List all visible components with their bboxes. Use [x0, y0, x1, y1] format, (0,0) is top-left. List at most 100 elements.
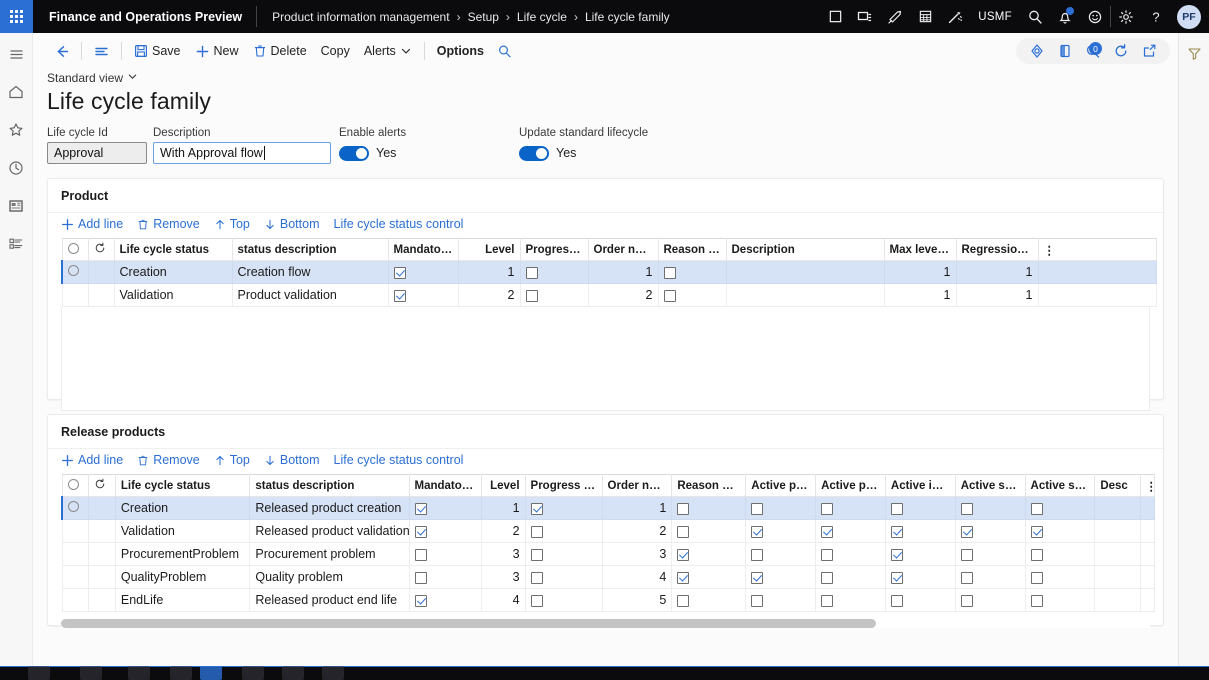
cell-desc[interactable]	[1094, 542, 1141, 566]
cell-desc[interactable]	[1094, 519, 1141, 543]
home-icon[interactable]	[5, 81, 27, 103]
cell-active-purchase-1[interactable]	[745, 496, 817, 520]
cell-regression[interactable]: 1	[955, 260, 1039, 284]
product-bottom-button[interactable]: Bottom	[264, 217, 320, 231]
alerts-menu-button[interactable]: Alerts	[357, 38, 419, 64]
cell-order-number[interactable]: 5	[601, 588, 673, 612]
select-all-header[interactable]	[61, 474, 90, 497]
cell-level[interactable]: 3	[481, 542, 526, 566]
col-header-reason[interactable]: Reason mu...	[657, 238, 727, 261]
checkbox[interactable]	[414, 571, 427, 584]
navigation-lines-icon[interactable]	[87, 38, 116, 64]
taskbar-item[interactable]	[170, 666, 192, 680]
checkbox[interactable]	[1030, 525, 1043, 538]
cell-mandatory[interactable]	[408, 542, 483, 566]
checkbox[interactable]	[663, 289, 676, 302]
col-header-order-number[interactable]: Order num...	[587, 238, 659, 261]
favorites-star-icon[interactable]	[5, 119, 27, 141]
cell-lifecycle-status[interactable]: EndLife	[114, 588, 251, 612]
checkbox[interactable]	[677, 594, 690, 607]
cell-active-purchase-1[interactable]	[745, 519, 817, 543]
checkbox[interactable]	[525, 289, 538, 302]
checkbox[interactable]	[414, 525, 427, 538]
scrollbar-thumb[interactable]	[61, 619, 876, 628]
cell-status-description[interactable]: Released product validation	[249, 519, 410, 543]
cell-lifecycle-status[interactable]: Validation	[113, 283, 233, 307]
rocket-icon[interactable]	[880, 0, 910, 33]
cell-regression[interactable]: 1	[955, 283, 1039, 307]
row-selector[interactable]	[61, 260, 89, 284]
search-icon[interactable]	[1020, 0, 1050, 33]
cell-level[interactable]: 3	[481, 565, 526, 589]
taskbar-item[interactable]	[242, 666, 264, 680]
hamburger-menu-icon[interactable]	[5, 43, 27, 65]
cell-active-purchase-2[interactable]	[815, 519, 886, 543]
grid-options-icon[interactable]: ⋮	[1139, 474, 1155, 497]
table-row[interactable]: Validation Product validation 2 2 1 1	[61, 283, 1157, 307]
checkbox[interactable]	[1030, 548, 1043, 561]
checkbox[interactable]	[821, 548, 834, 561]
checkbox[interactable]	[890, 525, 903, 538]
checkbox[interactable]	[530, 525, 543, 538]
cell-status-description[interactable]: Procurement problem	[249, 542, 410, 566]
row-selector[interactable]	[61, 283, 89, 307]
cell-description[interactable]	[725, 283, 885, 307]
checkbox[interactable]	[530, 571, 543, 584]
row-selector[interactable]	[61, 542, 90, 566]
col-header-active-purchase-2[interactable]: Active pur...	[815, 474, 886, 497]
duplicate-window-icon[interactable]	[850, 0, 880, 33]
cell-active-sale[interactable]	[954, 519, 1026, 543]
cell-max-level[interactable]: 1	[883, 260, 957, 284]
select-all-header[interactable]	[61, 238, 89, 261]
checkbox[interactable]	[677, 525, 690, 538]
company-selector[interactable]: USMF	[970, 11, 1020, 23]
table-row[interactable]: Creation Released product creation 1 1	[61, 496, 1155, 520]
toggle-switch[interactable]	[339, 145, 369, 161]
cell-mandatory[interactable]	[408, 588, 483, 612]
refresh-column-header[interactable]	[87, 238, 115, 261]
col-header-level[interactable]: Level	[457, 238, 521, 261]
lifecycle-id-input[interactable]: Approval	[47, 142, 147, 164]
breadcrumb-item-1[interactable]: Setup	[468, 10, 499, 24]
cell-active-inventory[interactable]	[884, 542, 956, 566]
refresh-icon[interactable]	[94, 242, 106, 257]
breadcrumb-item-0[interactable]: Product information management	[272, 10, 449, 24]
refresh-icon[interactable]	[94, 478, 106, 493]
checkbox[interactable]	[530, 594, 543, 607]
new-button[interactable]: New	[188, 38, 246, 64]
options-button[interactable]: Options	[430, 38, 491, 64]
row-select-circle-icon[interactable]	[68, 501, 79, 512]
col-header-active-sale[interactable]: Active sale	[954, 474, 1026, 497]
cell-reason[interactable]	[671, 519, 747, 543]
product-add-line-button[interactable]: Add line	[61, 217, 123, 231]
cell-order-number[interactable]: 2	[601, 519, 673, 543]
cell-level[interactable]: 1	[457, 260, 521, 284]
cell-reason[interactable]	[671, 496, 747, 520]
release-status-control-link[interactable]: Life cycle status control	[334, 453, 464, 467]
cell-level[interactable]: 2	[457, 283, 521, 307]
checkbox[interactable]	[393, 266, 406, 279]
cell-progress[interactable]	[524, 588, 603, 612]
row-select-circle-icon[interactable]	[67, 478, 79, 490]
grid-options-icon[interactable]: ⋮	[1037, 238, 1157, 261]
checkbox[interactable]	[960, 548, 973, 561]
cell-active-inventory[interactable]	[884, 519, 956, 543]
col-header-desc[interactable]: Desc	[1094, 474, 1141, 497]
cell-active-purchase-2[interactable]	[815, 496, 886, 520]
row-selector[interactable]	[61, 565, 90, 589]
copy-button[interactable]: Copy	[314, 38, 357, 64]
product-top-button[interactable]: Top	[214, 217, 250, 231]
row-selector[interactable]	[61, 588, 90, 612]
table-row[interactable]: QualityProblem Quality problem 3 4	[61, 565, 1155, 589]
checkbox[interactable]	[1030, 571, 1043, 584]
cell-active-purchase-2[interactable]	[815, 588, 886, 612]
col-header-mandatory[interactable]: Mandatory...	[387, 238, 459, 261]
taskbar-item[interactable]	[80, 666, 102, 680]
checkbox[interactable]	[890, 594, 903, 607]
cell-active-sale-2[interactable]	[1024, 519, 1096, 543]
notifications-icon[interactable]	[1050, 0, 1080, 33]
table-row[interactable]: EndLife Released product end life 4 5	[61, 588, 1155, 612]
taskbar-item-active[interactable]	[200, 666, 222, 680]
col-header-active-inventory[interactable]: Active inve...	[884, 474, 956, 497]
checkbox[interactable]	[530, 548, 543, 561]
